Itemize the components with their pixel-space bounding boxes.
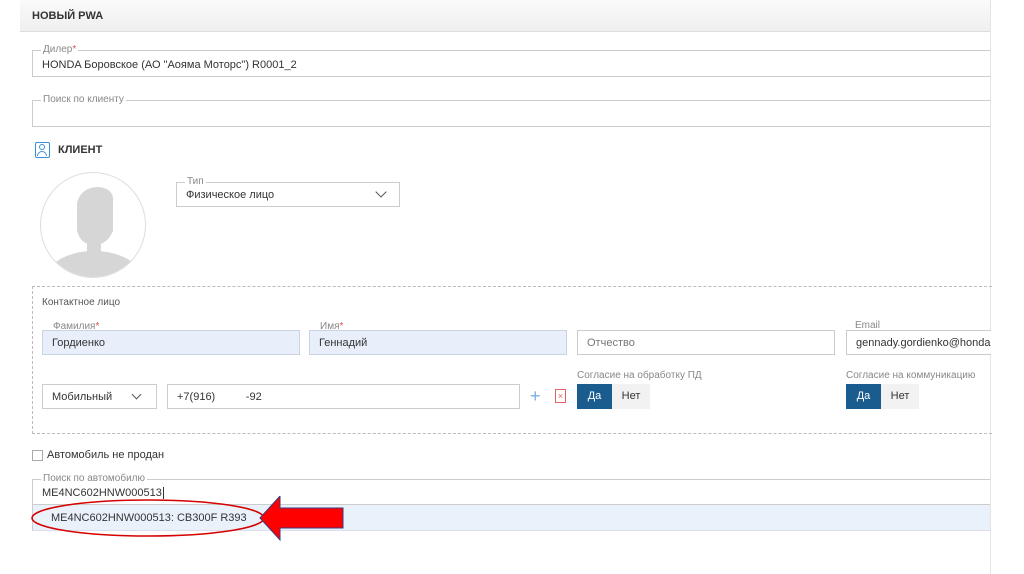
contact-section-title: Контактное лицо	[42, 297, 121, 308]
page-header: НОВЫЙ PWA	[20, 0, 990, 32]
highlight-ellipse	[31, 499, 265, 537]
required-mark: *	[72, 44, 77, 55]
contact-person-section	[32, 286, 992, 434]
phone-type-select[interactable]: Мобильный	[42, 384, 157, 409]
delete-phone-icon[interactable]: ×	[555, 389, 566, 403]
consent-comm-no-button[interactable]: Нет	[881, 384, 919, 409]
phone-input[interactable]: +7(916) -92	[167, 384, 520, 409]
last-name-value: Гордиенко	[52, 337, 106, 349]
last-name-input[interactable]: Фамилия* Гордиенко	[42, 321, 300, 355]
car-not-sold-label: Автомобиль не продан	[47, 449, 165, 461]
user-icon	[35, 142, 50, 158]
page-title: НОВЫЙ PWA	[32, 10, 104, 22]
required-mark: *	[95, 321, 100, 332]
avatar-placeholder-icon	[46, 187, 142, 277]
consent-pd-no-button[interactable]: Нет	[612, 384, 650, 409]
first-name-value: Геннадий	[319, 337, 368, 349]
client-search-input[interactable]: Поиск по клиенту	[32, 94, 990, 127]
red-arrow-icon	[259, 496, 344, 542]
consent-pd-yes-button[interactable]: Да	[577, 384, 612, 409]
client-search-label: Поиск по клиенту	[41, 94, 126, 106]
avatar[interactable]	[40, 172, 146, 278]
first-name-label: Имя	[320, 321, 340, 332]
last-name-label: Фамилия	[53, 321, 96, 332]
dealer-value: HONDA Боровское (АО "Аояма Моторс") R000…	[42, 59, 297, 71]
first-name-input[interactable]: Имя* Геннадий	[309, 321, 567, 355]
dealer-label: Дилер	[43, 44, 73, 55]
add-phone-icon[interactable]: +	[530, 386, 541, 406]
phone-value: +7(916) -92	[177, 391, 262, 403]
phone-type-value: Мобильный	[52, 391, 113, 403]
client-type-value: Физическое лицо	[186, 189, 275, 201]
chevron-down-icon	[131, 389, 142, 400]
email-label: Email	[855, 320, 881, 331]
client-type-label: Тип	[185, 176, 206, 188]
consent-comm-yes-button[interactable]: Да	[846, 384, 881, 409]
middle-name-input[interactable]: Отчество	[577, 330, 835, 355]
email-input[interactable]: gennady.gordienko@honda	[846, 330, 991, 355]
required-mark: *	[339, 321, 344, 332]
consent-pd-label: Согласие на обработку ПД	[577, 370, 702, 381]
dealer-field[interactable]: Дилер* HONDA Боровское (АО "Аояма Моторс…	[32, 44, 990, 77]
car-not-sold-checkbox[interactable]	[32, 450, 43, 461]
middle-name-placeholder: Отчество	[587, 337, 635, 349]
client-type-select[interactable]: Тип Физическое лицо	[176, 176, 400, 207]
chevron-down-icon	[375, 186, 387, 198]
car-search-label: Поиск по автомобилю	[41, 473, 148, 485]
email-value: gennady.gordienko@honda	[856, 337, 991, 349]
annotation-overlay	[31, 496, 344, 542]
client-section-title: КЛИЕНТ	[58, 144, 103, 156]
consent-comm-label: Согласие на коммуникацию	[846, 370, 976, 381]
